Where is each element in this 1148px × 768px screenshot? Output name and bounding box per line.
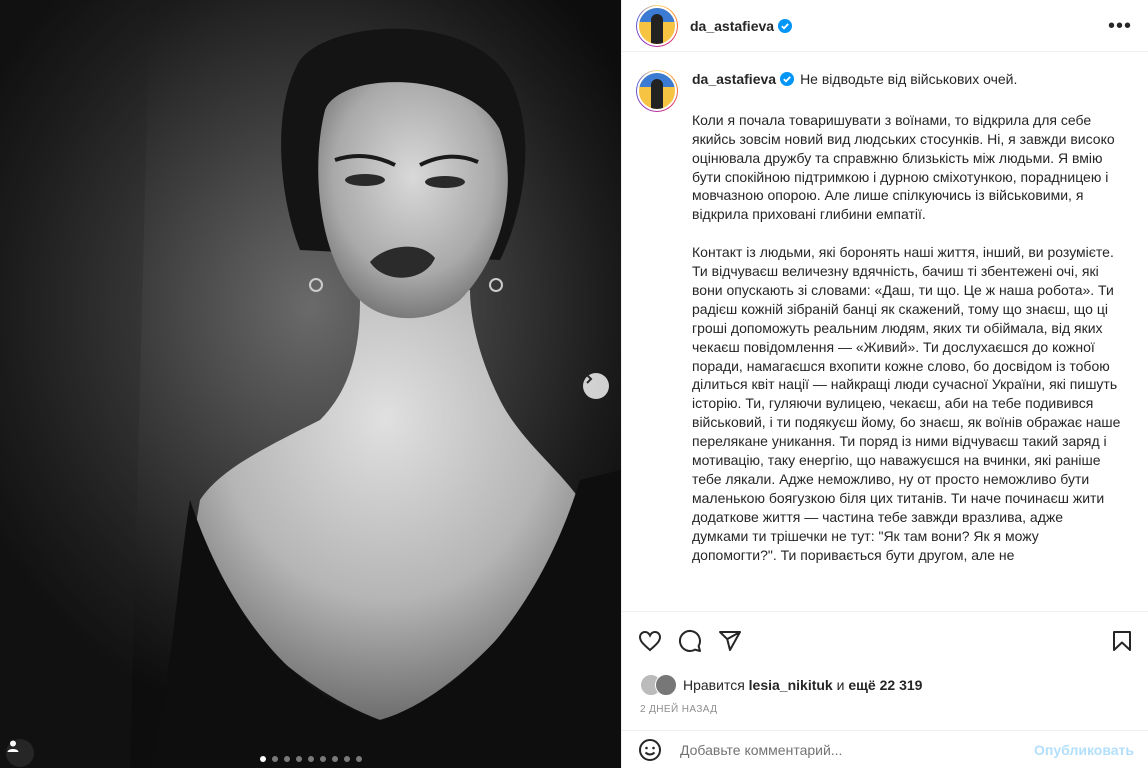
carousel-indicator <box>260 756 362 762</box>
chevron-right-icon <box>586 374 593 384</box>
caption-title: Не відводьте від військових очей. <box>800 71 1018 87</box>
more-options-button[interactable]: ••• <box>1108 16 1132 36</box>
post-details-panel: da_astafieva ••• da_astafieva Не відводь… <box>621 0 1148 768</box>
avatar[interactable] <box>636 4 678 47</box>
carousel-dot <box>356 756 362 762</box>
next-slide-button[interactable] <box>583 373 609 399</box>
caption-avatar[interactable] <box>636 70 678 112</box>
bookmark-icon[interactable] <box>1110 629 1134 653</box>
post-header: da_astafieva ••• <box>622 0 1148 52</box>
liker-avatar <box>655 674 677 696</box>
carousel-dot <box>320 756 326 762</box>
heart-icon[interactable] <box>638 629 662 653</box>
caption-username[interactable]: da_astafieva <box>692 70 776 89</box>
carousel-dot <box>284 756 290 762</box>
post-actions: Нравится lesia_nikituk и ещё 22 319 2 ДН… <box>622 611 1148 715</box>
carousel-dot <box>272 756 278 762</box>
carousel-dot <box>260 756 266 762</box>
carousel-dot <box>344 756 350 762</box>
likes-prefix: Нравится <box>683 677 745 693</box>
carousel-dot <box>296 756 302 762</box>
caption-text: Коли я почала товаришувати з воїнами, то… <box>692 111 1121 563</box>
carousel-dot <box>308 756 314 762</box>
likes-and: и <box>836 677 845 693</box>
portrait-image <box>0 0 621 768</box>
user-tag-button[interactable] <box>6 739 34 767</box>
emoji-icon[interactable] <box>638 738 662 762</box>
liker-username[interactable]: lesia_nikituk <box>749 677 833 693</box>
carousel-dot <box>332 756 338 762</box>
verified-icon <box>780 72 795 87</box>
share-icon[interactable] <box>718 629 742 653</box>
comment-input[interactable] <box>678 740 1035 759</box>
comment-icon[interactable] <box>678 629 702 653</box>
caption: da_astafieva Не відводьте від військових… <box>622 52 1148 565</box>
verified-icon <box>778 18 793 33</box>
post-photo[interactable] <box>0 0 621 768</box>
publish-button[interactable]: Опубликовать <box>1034 742 1134 758</box>
caption-area: da_astafieva Не відводьте від військових… <box>622 52 1148 611</box>
add-comment-bar: Опубликовать <box>622 730 1148 768</box>
likes-count[interactable]: ещё 22 319 <box>848 677 922 693</box>
author-username[interactable]: da_astafieva <box>690 18 774 34</box>
user-tag-icon <box>7 740 19 752</box>
post-date[interactable]: 2 ДНЕЙ НАЗАД <box>622 696 1148 715</box>
likes-summary: Нравится lesia_nikituk и ещё 22 319 <box>622 656 1148 696</box>
